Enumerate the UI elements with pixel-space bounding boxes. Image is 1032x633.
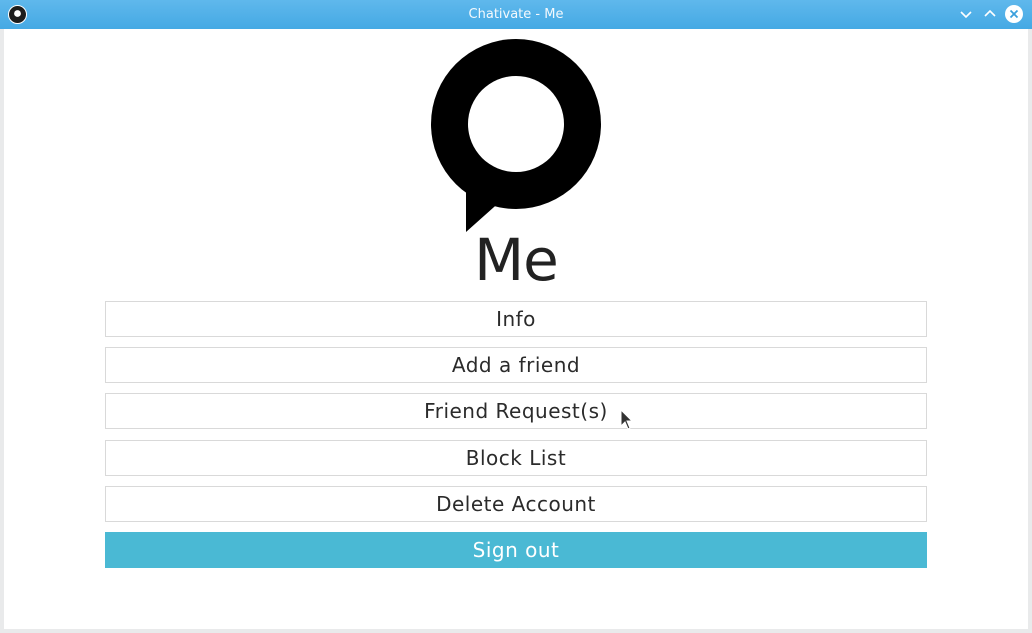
- mouse-pointer-icon: [620, 409, 634, 430]
- block-list-button[interactable]: Block List: [105, 440, 927, 476]
- title-bar[interactable]: Chativate - Me: [0, 0, 1032, 29]
- page-title: Me: [474, 226, 559, 294]
- back-button[interactable]: <: [490, 551, 534, 577]
- chat-bubble-logo-icon: [431, 39, 601, 232]
- chevron-down-icon[interactable]: [956, 4, 976, 24]
- add-friend-button[interactable]: Add a friend: [105, 347, 927, 383]
- info-button[interactable]: Info: [105, 301, 927, 337]
- window-title: Chativate - Me: [468, 7, 564, 22]
- close-icon[interactable]: [1004, 4, 1024, 24]
- app-window: Chativate - Me Me Info Add a friend Frie…: [0, 0, 1032, 633]
- delete-account-button[interactable]: Delete Account: [105, 486, 927, 522]
- friend-requests-button[interactable]: Friend Request(s): [105, 393, 927, 429]
- chevron-up-icon[interactable]: [980, 4, 1000, 24]
- main-content: Me Info Add a friend Friend Request(s) B…: [4, 29, 1028, 629]
